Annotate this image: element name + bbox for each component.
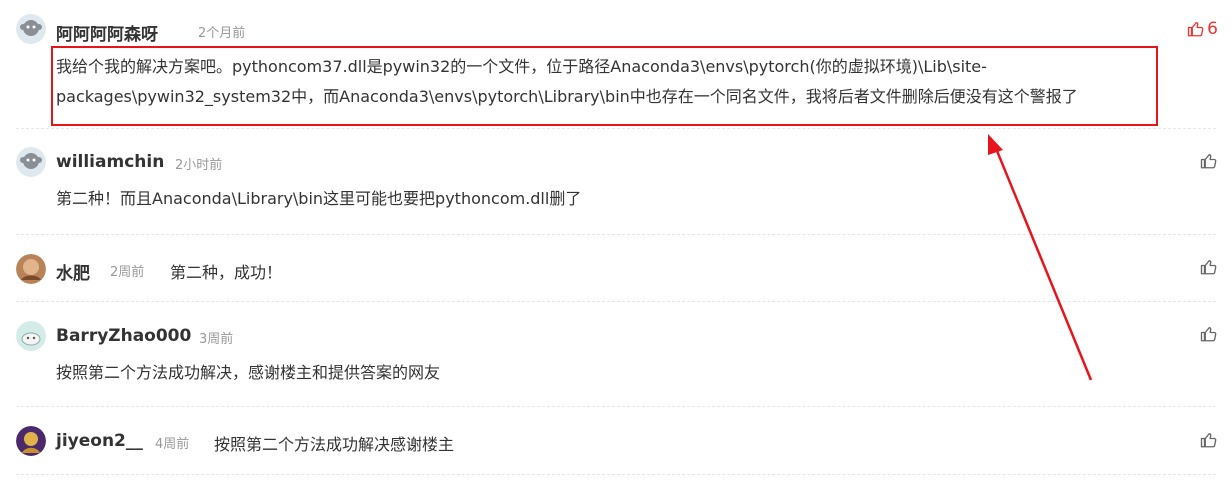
comment-text: 第二种，成功！: [170, 263, 283, 282]
comment-time: 3周前: [199, 332, 234, 347]
author-name[interactable]: jiyeon2__: [56, 431, 143, 451]
like-button[interactable]: [1200, 258, 1218, 276]
thumbs-up-icon: [1200, 154, 1217, 169]
comment-time: 4周前: [155, 437, 190, 452]
comment-text: 我给个我的解决方案吧。pythoncom37.dll是pywin32的一个文件，…: [56, 57, 1078, 106]
comment-text: 按照第二个方法成功解决感谢楼主: [214, 435, 455, 454]
divider: [16, 128, 1216, 129]
comment-time: 2周前: [110, 265, 145, 280]
thumbs-up-icon: [1187, 22, 1204, 37]
thumbs-up-icon: [1200, 260, 1217, 275]
avatar[interactable]: [16, 321, 46, 351]
like-button[interactable]: [1200, 325, 1218, 343]
avatar[interactable]: [16, 147, 46, 177]
like-button[interactable]: [1200, 431, 1218, 449]
divider: [16, 474, 1216, 475]
thumbs-up-icon: [1200, 433, 1217, 448]
comment-time: 2个月前: [198, 26, 246, 41]
divider: [16, 406, 1216, 407]
avatar[interactable]: [16, 254, 46, 284]
avatar[interactable]: [16, 14, 46, 44]
thumbs-up-icon: [1200, 327, 1217, 342]
author-name[interactable]: 水肥: [56, 259, 90, 284]
author-name[interactable]: 阿阿阿阿森呀: [56, 20, 158, 45]
divider: [16, 301, 1216, 302]
comment-time: 2小时前: [175, 158, 223, 173]
comment-text: 按照第二个方法成功解决，感谢楼主和提供答案的网友: [56, 363, 441, 382]
avatar[interactable]: [16, 426, 46, 456]
comment-text: 第二种！而且Anaconda\Library\bin这里可能也要把pythonc…: [56, 189, 582, 208]
like-button[interactable]: [1200, 152, 1218, 170]
author-name[interactable]: BarryZhao000: [56, 326, 191, 346]
like-count: 6: [1207, 19, 1218, 39]
like-button[interactable]: 6: [1187, 19, 1218, 39]
author-name[interactable]: williamchin: [56, 152, 164, 172]
divider: [16, 234, 1216, 235]
